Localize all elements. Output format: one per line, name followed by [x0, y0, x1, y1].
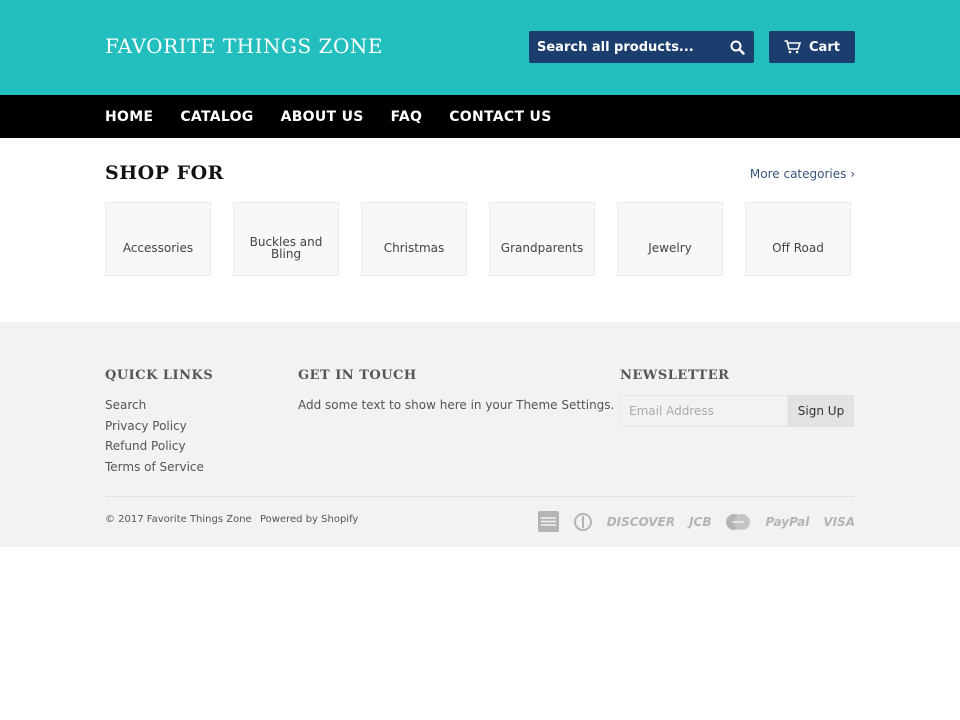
nav-item-faq[interactable]: FAQ [391, 109, 423, 125]
visa-icon: VISA [823, 514, 855, 529]
search-button[interactable] [720, 31, 754, 63]
category-accessories[interactable]: Accessories [105, 202, 211, 276]
get-in-touch-title: GET IN TOUCH [298, 368, 417, 383]
email-field[interactable] [620, 395, 788, 427]
cart-label: Cart [809, 39, 840, 55]
get-in-touch-text: Add some text to show here in your Theme… [298, 398, 615, 412]
more-categories-link[interactable]: More categories › [750, 167, 855, 181]
site-footer: QUICK LINKS Search Privacy Policy Refund… [0, 322, 960, 547]
diners-club-icon [573, 512, 593, 531]
footer-divider [105, 496, 855, 497]
american-express-icon [537, 511, 559, 532]
footer-link-refund-policy[interactable]: Refund Policy [105, 439, 204, 460]
copyright-text: © 2017 Favorite Things Zone [105, 514, 252, 525]
master-icon [725, 513, 751, 531]
section-title: SHOP FOR [105, 162, 224, 184]
site-logo[interactable]: FAVORITE THINGS ZONE [105, 34, 383, 58]
paypal-icon: PayPal [765, 514, 810, 529]
category-grandparents[interactable]: Grandparents [489, 202, 595, 276]
search-form [529, 31, 754, 63]
category-grid: Accessories Buckles and Bling Christmas … [105, 202, 851, 276]
nav-item-contact-us[interactable]: CONTACT US [449, 109, 551, 125]
jcb-icon: JCB [689, 514, 712, 529]
nav-item-home[interactable]: HOME [105, 109, 153, 125]
discover-icon: DISCOVER [606, 514, 676, 529]
cart-icon [784, 40, 802, 54]
search-input[interactable] [529, 31, 720, 63]
category-off-road[interactable]: Off Road [745, 202, 851, 276]
shop-for-section: SHOP FOR More categories › Accessories B… [0, 138, 960, 322]
category-jewelry[interactable]: Jewelry [617, 202, 723, 276]
quick-links-list: Search Privacy Policy Refund Policy Term… [105, 398, 204, 480]
cart-button[interactable]: Cart [769, 31, 855, 63]
sign-up-button[interactable]: Sign Up [788, 395, 854, 427]
payment-icons: DISCOVER JCB PayPal VISA [537, 511, 855, 532]
newsletter-form: Sign Up [620, 395, 854, 427]
site-header: FAVORITE THINGS ZONE Cart [0, 0, 960, 95]
powered-by-link[interactable]: Powered by Shopify [260, 514, 358, 525]
nav-item-catalog[interactable]: CATALOG [180, 109, 253, 125]
nav-item-about-us[interactable]: ABOUT US [281, 109, 364, 125]
category-christmas[interactable]: Christmas [361, 202, 467, 276]
footer-link-privacy-policy[interactable]: Privacy Policy [105, 419, 204, 440]
quick-links-title: QUICK LINKS [105, 368, 214, 383]
footer-link-search[interactable]: Search [105, 398, 204, 419]
category-buckles-and-bling[interactable]: Buckles and Bling [233, 202, 339, 276]
footer-link-terms-of-service[interactable]: Terms of Service [105, 460, 204, 481]
main-nav: HOME CATALOG ABOUT US FAQ CONTACT US [0, 95, 960, 138]
newsletter-title: NEWSLETTER [620, 368, 730, 383]
search-icon [730, 40, 745, 55]
